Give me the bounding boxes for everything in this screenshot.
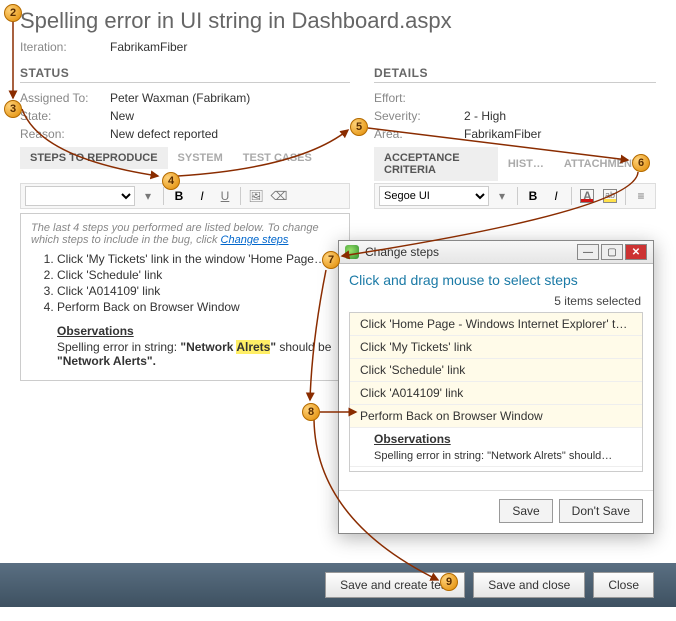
step-item: Perform Back on Browser Window: [57, 300, 339, 314]
tab-system[interactable]: SYSTEM: [168, 147, 233, 169]
underline-button[interactable]: U: [215, 186, 235, 206]
maximize-button[interactable]: ▢: [601, 244, 623, 260]
observations-heading: Observations: [350, 428, 642, 446]
tab-acceptance[interactable]: ACCEPTANCE CRITERIA: [374, 147, 498, 181]
steps-to-reproduce-panel: The last 4 steps you performed are liste…: [20, 213, 350, 381]
list-item[interactable]: Click 'Schedule' link: [350, 359, 642, 382]
state-value: New: [110, 109, 134, 123]
observation-line: Spelling error in string: "Network Alret…: [350, 446, 642, 467]
selected-count: 5 items selected: [349, 294, 641, 308]
change-steps-dialog: Change steps — ▢ ✕ Click and drag mouse …: [338, 240, 654, 534]
list-item[interactable]: Click 'My Tickets' link: [350, 336, 642, 359]
list-item[interactable]: Click 'A014109' link: [350, 382, 642, 405]
reason-label: Reason:: [20, 127, 110, 141]
toolbar-right: Segoe UI ▾ B I A ab ≡: [374, 183, 656, 209]
tab-history[interactable]: HIST…: [498, 153, 554, 175]
misspelling-highlight: Alrets: [236, 340, 270, 354]
step-item: Click 'Schedule' link: [57, 268, 339, 282]
callout-9: 9: [440, 573, 458, 591]
tabs-left: STEPS TO REPRODUCE SYSTEM TEST CASES: [20, 147, 350, 169]
iteration-value: FabrikamFiber: [110, 40, 187, 54]
callout-2: 2: [4, 4, 22, 22]
change-steps-link[interactable]: Change steps: [221, 234, 289, 246]
chevron-down-icon[interactable]: ▾: [492, 186, 512, 206]
font-select[interactable]: Segoe UI: [379, 186, 489, 206]
observations-heading: Observations: [57, 324, 339, 338]
list-item[interactable]: Perform Back on Browser Window: [350, 405, 642, 428]
list-item[interactable]: Click 'Home Page - Windows Internet Expl…: [350, 313, 642, 336]
minimize-button[interactable]: —: [577, 244, 599, 260]
highlight-color-button[interactable]: ab: [600, 186, 620, 206]
effort-label: Effort:: [374, 91, 464, 105]
close-button[interactable]: Close: [593, 572, 654, 598]
action-bar: Save and create test Save and close Clos…: [0, 563, 676, 607]
reason-value: New defect reported: [110, 127, 218, 141]
chevron-down-icon[interactable]: ▾: [138, 186, 158, 206]
image-icon[interactable]: 🖼: [246, 186, 266, 206]
callout-8: 8: [302, 403, 320, 421]
steps-selection-list[interactable]: Click 'Home Page - Windows Internet Expl…: [349, 312, 643, 472]
clear-format-icon[interactable]: ⌫: [269, 186, 289, 206]
save-button[interactable]: Save: [499, 499, 552, 523]
step-item: Click 'A014109' link: [57, 284, 339, 298]
area-label: Area:: [374, 127, 464, 141]
area-value: FabrikamFiber: [464, 127, 541, 141]
align-left-icon[interactable]: ≡: [631, 186, 651, 206]
dialog-title: Change steps: [365, 245, 571, 259]
callout-7: 7: [322, 251, 340, 269]
steps-list: Click 'My Tickets' link in the window 'H…: [57, 252, 339, 314]
callout-5: 5: [350, 118, 368, 136]
tab-steps-reproduce[interactable]: STEPS TO REPRODUCE: [20, 147, 168, 169]
callout-3: 3: [4, 100, 22, 118]
close-button[interactable]: ✕: [625, 244, 647, 260]
tab-test-cases[interactable]: TEST CASES: [233, 147, 322, 169]
save-and-close-button[interactable]: Save and close: [473, 572, 585, 598]
assigned-to-value: Peter Waxman (Fabrikam): [110, 91, 250, 105]
app-icon: [345, 245, 359, 259]
steps-intro: The last 4 steps you performed are liste…: [31, 222, 339, 246]
italic-button[interactable]: I: [546, 186, 566, 206]
callout-4: 4: [162, 172, 180, 190]
callout-6: 6: [632, 154, 650, 172]
tabs-right: ACCEPTANCE CRITERIA HIST… ATTACHMENTS: [374, 147, 656, 181]
assigned-to-label: Assigned To:: [20, 91, 110, 105]
dialog-message: Click and drag mouse to select steps: [349, 272, 643, 288]
bold-button[interactable]: B: [523, 186, 543, 206]
status-heading: STATUS: [0, 56, 370, 82]
observations-text: Spelling error in string: "Network Alret…: [57, 340, 339, 368]
block-format-select[interactable]: [25, 186, 135, 206]
page-title: Spelling error in UI string in Dashboard…: [0, 0, 676, 38]
severity-label: Severity:: [374, 109, 464, 123]
state-label: State:: [20, 109, 110, 123]
italic-button[interactable]: I: [192, 186, 212, 206]
severity-value: 2 - High: [464, 109, 506, 123]
details-heading: DETAILS: [370, 56, 676, 82]
dont-save-button[interactable]: Don't Save: [559, 499, 643, 523]
step-item: Click 'My Tickets' link in the window 'H…: [57, 252, 339, 266]
font-color-button[interactable]: A: [577, 186, 597, 206]
iteration-label: Iteration:: [20, 40, 110, 54]
toolbar-left: ▾ B I U 🖼 ⌫: [20, 183, 350, 209]
